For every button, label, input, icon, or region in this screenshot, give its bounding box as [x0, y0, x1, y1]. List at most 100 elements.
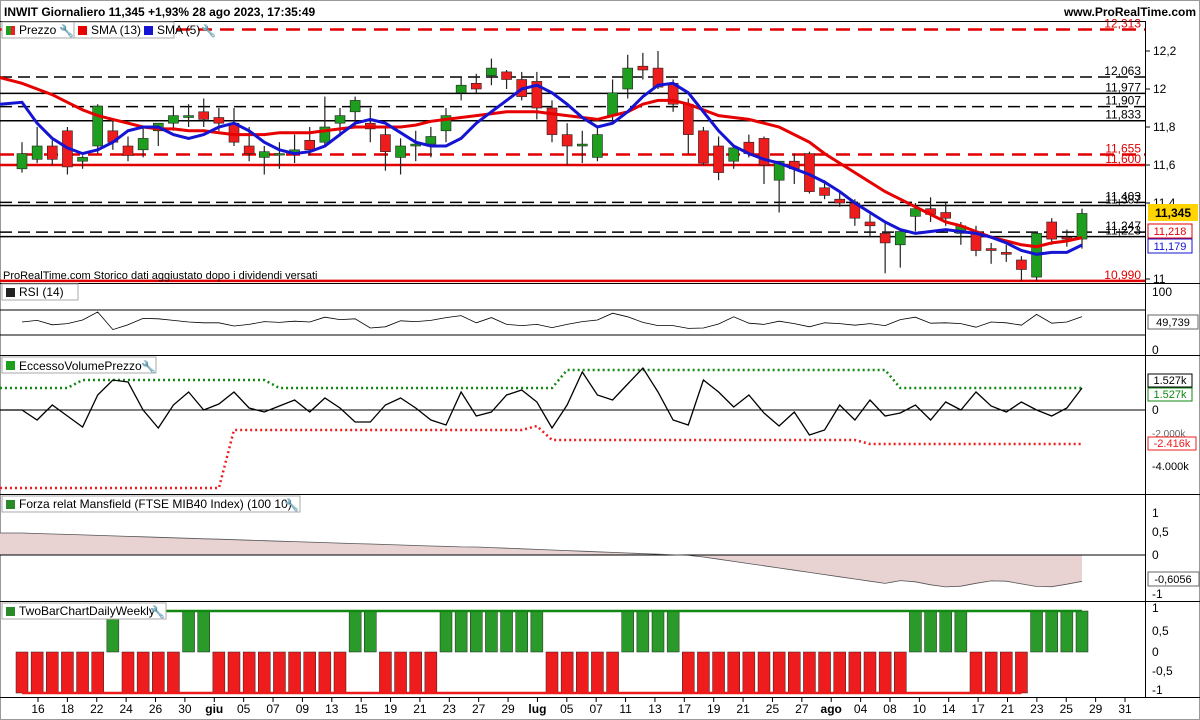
twobar-bar	[984, 651, 998, 694]
mansfield-icon	[6, 500, 15, 509]
x-tick-label: 25	[766, 702, 780, 716]
twobar-tick-neg1: -1	[1152, 683, 1163, 697]
price-tick: 11,6	[1153, 158, 1176, 172]
candle	[137, 138, 149, 151]
mansfield-tick-0: 0	[1152, 548, 1159, 562]
twobar-bar	[788, 651, 801, 694]
x-tick-label: 17	[971, 702, 985, 716]
twobar-bar	[742, 651, 756, 694]
twobar-bar	[1000, 651, 1013, 694]
candle	[985, 248, 997, 251]
sma13-last: 11,218	[1154, 226, 1187, 238]
chart-canvas: INWIT Giornaliero 11,345 +1,93% 28 ago 2…	[0, 0, 1200, 720]
candle	[183, 115, 194, 118]
price-last-labels: 11,345 11,218 11,179	[1147, 204, 1198, 254]
twobar-bar	[439, 610, 453, 653]
evp-tick-0: 0	[1152, 403, 1159, 417]
mansfield-label: Forza relat Mansfield (FTSE MIB40 Index)…	[19, 497, 292, 511]
wrench-icon[interactable]: 🔧	[201, 23, 216, 38]
data-note: ProRealTime.com Storico dati aggiustato …	[3, 270, 317, 282]
x-tick-label: 05	[560, 702, 574, 716]
mansfield-tick-1: 1	[1152, 506, 1159, 520]
evp-lower-value: -2.416k	[1154, 438, 1191, 450]
x-tick-label: 29	[1089, 702, 1103, 716]
twobar-bar	[454, 610, 468, 653]
twobar-bar	[969, 651, 983, 694]
x-tick-label: 18	[61, 702, 75, 716]
twobar-bar	[273, 651, 286, 694]
price-legend: Prezzo 🔧 SMA (13) SMA (5) 🔧	[1, 21, 216, 39]
twobar-bar	[303, 651, 316, 694]
candle	[1000, 252, 1012, 255]
panel-borders	[0, 21, 1200, 698]
candle	[819, 187, 830, 196]
twobar-bar	[666, 610, 680, 653]
candle	[970, 233, 982, 251]
x-axis: 16 18 22 24 26 30 giu 05 07 09 13 15 19 21 23 27 29 lug 05…	[31, 698, 1132, 716]
candle	[258, 151, 270, 158]
candle	[395, 145, 406, 158]
x-tick-label: 23	[443, 702, 457, 716]
rsi-tick-100: 100	[1152, 285, 1172, 299]
candle	[864, 221, 876, 227]
evp-line	[0, 366, 1083, 436]
mansfield-tick-neg1: -1	[1152, 587, 1163, 601]
twobar-bar	[894, 651, 907, 694]
twobar-bar	[772, 651, 786, 694]
x-tick-label: 19	[384, 702, 398, 716]
twobar-bar	[500, 610, 513, 653]
twobar-bars	[15, 610, 1089, 694]
candle	[470, 83, 482, 90]
x-tick-label: 27	[795, 702, 809, 716]
twobar-bar	[1060, 610, 1074, 653]
candle	[637, 65, 649, 71]
x-tick-label: 10	[913, 702, 927, 716]
sma13-swatch-icon	[78, 26, 87, 35]
wrench-icon[interactable]: 🔧	[150, 604, 165, 619]
candle	[607, 92, 618, 116]
candle	[349, 100, 361, 113]
wrench-icon[interactable]: 🔧	[59, 23, 74, 38]
twobar-bar	[394, 651, 407, 694]
twobar-bar	[636, 610, 650, 653]
candle	[92, 105, 104, 147]
wrench-icon[interactable]: 🔧	[141, 359, 156, 374]
candle	[713, 145, 724, 173]
x-tick-label: 21	[413, 702, 427, 716]
x-tick-label: 22	[90, 702, 104, 716]
twobar-bar	[909, 610, 922, 653]
twobar-bar	[167, 651, 180, 694]
twobar-bar	[91, 651, 104, 694]
twobar-bar	[803, 651, 816, 694]
candle	[46, 145, 58, 160]
level-label: 12,313	[1104, 17, 1141, 31]
x-tick-label: ago	[821, 702, 842, 716]
twobar-label: TwoBarChartDailyWeekly	[19, 604, 155, 618]
level-label: 11,600	[1105, 152, 1141, 166]
wrench-icon[interactable]: 🔧	[284, 497, 299, 512]
candle	[304, 140, 316, 151]
twobar-bar	[424, 651, 438, 694]
rsi-label: RSI (14)	[19, 285, 64, 299]
x-tick-label: 15	[354, 702, 368, 716]
level-label: 11,223	[1105, 224, 1141, 238]
x-tick-label: 19	[707, 702, 721, 716]
price-icon-red	[11, 26, 15, 35]
twobar-bar	[197, 610, 210, 653]
twobar-bar	[227, 651, 241, 694]
x-tick-label: 13	[648, 702, 662, 716]
x-tick-label: 07	[266, 702, 280, 716]
price-tick: 12	[1153, 82, 1167, 96]
twobar-bar	[152, 651, 165, 694]
level-label: 12,063	[1104, 64, 1141, 78]
x-tick-label: 25	[1060, 702, 1074, 716]
twobar-bar	[939, 610, 952, 653]
x-tick-label: giu	[205, 702, 223, 716]
candle	[1046, 221, 1058, 240]
evp-lower-band	[0, 424, 1082, 490]
candle	[561, 134, 573, 147]
twobar-bar	[727, 651, 740, 694]
rsi-panel: RSI (14) 100 0 49,739	[0, 283, 1199, 357]
level-label: 11,387	[1105, 192, 1141, 206]
mansfield-panel: Forza relat Mansfield (FTSE MIB40 Index)…	[0, 495, 1200, 601]
